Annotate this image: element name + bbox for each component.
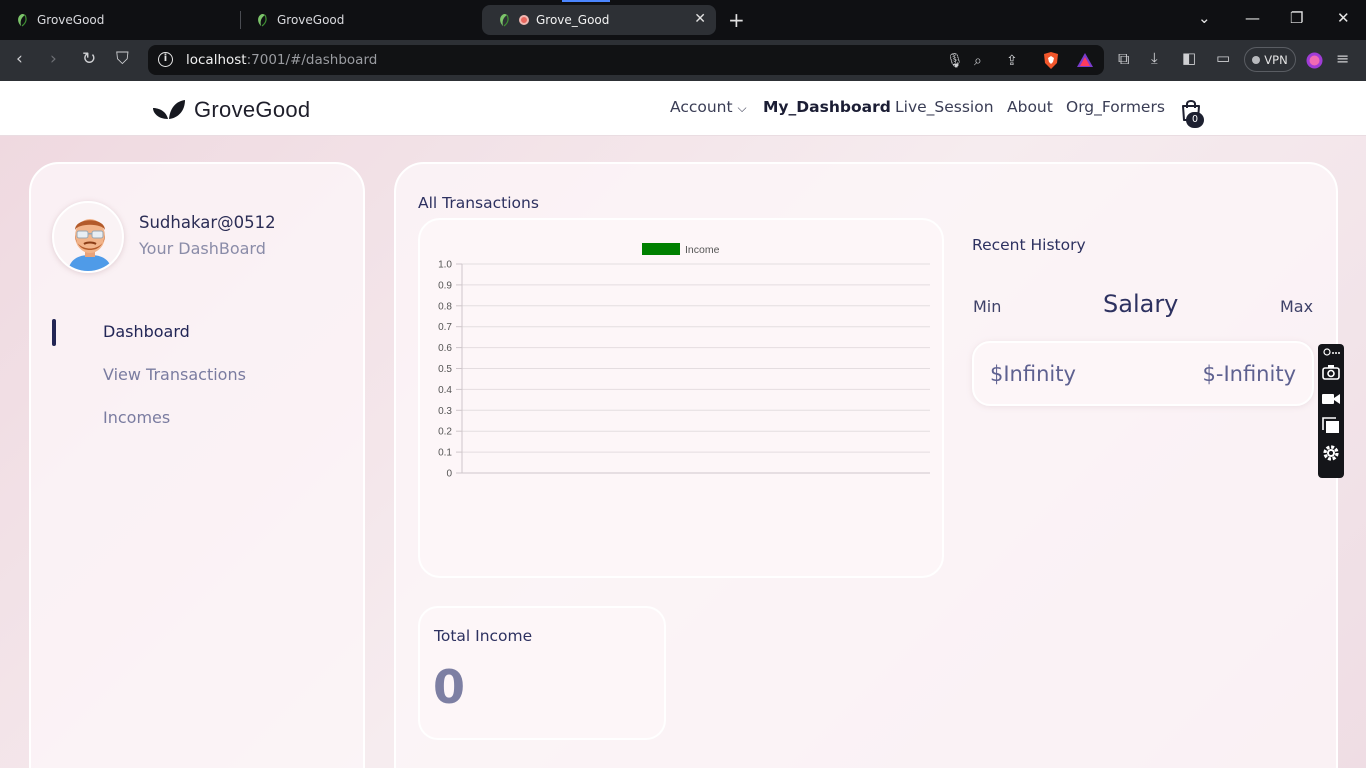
chart-y-tick-label: 0.1	[438, 448, 452, 459]
tab-search-chevron-icon[interactable]: ⌄	[1198, 9, 1211, 27]
nav-account[interactable]: Account ⌵	[670, 98, 747, 116]
camera-icon[interactable]	[1321, 362, 1341, 382]
reload-button[interactable]: ↻	[82, 49, 96, 69]
chart-y-tick-label: 0.5	[438, 364, 452, 375]
close-tab-icon[interactable]: ✕	[694, 11, 706, 27]
chart-y-tick-label: 1.0	[438, 260, 452, 271]
nav-my-dashboard[interactable]: My_Dashboard	[763, 98, 891, 116]
active-menu-indicator	[52, 319, 56, 346]
settings-gear-icon[interactable]	[1321, 443, 1341, 463]
dashboard-subtitle: Your DashBoard	[139, 239, 266, 258]
vpn-status-icon	[1252, 55, 1261, 64]
wallet-icon[interactable]: ▭	[1216, 49, 1230, 67]
new-tab-button[interactable]: +	[728, 8, 745, 32]
chart-y-tick-label: 0.8	[438, 301, 452, 312]
brave-shields-icon[interactable]	[1042, 51, 1060, 70]
salary-range-card: $Infinity $-Infinity	[972, 341, 1314, 406]
nav-org-formers[interactable]: Org_Formers	[1066, 98, 1165, 116]
browser-toolbar: ‹ › ↻ ⛉ i localhost:7001/#/dashboard 🎙 ⌕…	[0, 40, 1366, 81]
forward-button[interactable]: ›	[50, 49, 57, 69]
close-window-button[interactable]: ✕	[1337, 9, 1350, 27]
chart-y-tick-label: 0.7	[438, 322, 452, 333]
legend-label-income[interactable]: Income	[685, 244, 720, 256]
address-bar[interactable]: i localhost:7001/#/dashboard 🎙 ⌕ ⇪	[148, 45, 1104, 75]
sidebar-item-dashboard[interactable]: Dashboard	[103, 322, 190, 341]
brave-rewards-icon[interactable]	[1076, 52, 1094, 68]
transactions-chart: Income 1.0 0.9 0.8 0.7 0.6 0.5 0.4 0.3 0.2 0.1 0	[438, 243, 930, 480]
legend-swatch-income[interactable]	[642, 243, 680, 255]
downloads-icon[interactable]: ⤓	[1151, 49, 1158, 67]
nav-account-label: Account	[670, 98, 733, 116]
sidebar-toggle-icon[interactable]: ◧	[1182, 49, 1196, 67]
restore-window-button[interactable]: ❐	[1290, 9, 1303, 27]
avatar[interactable]	[52, 201, 124, 273]
back-button[interactable]: ‹	[16, 49, 23, 69]
leo-ai-icon[interactable]	[1306, 52, 1323, 69]
section-title: All Transactions	[418, 194, 539, 212]
browser-tab-strip: GroveGood GroveGood Grove_Good ✕ + ⌄ — ❐…	[0, 0, 1366, 40]
vpn-button[interactable]: VPN	[1244, 47, 1296, 72]
video-camera-icon[interactable]	[1321, 389, 1341, 409]
leaf-logo-icon	[153, 100, 185, 119]
max-label: Max	[1280, 297, 1314, 316]
brand-name: GroveGood	[194, 97, 311, 122]
total-income-value: 0	[433, 660, 466, 714]
recent-history-title: Recent History	[972, 236, 1086, 254]
site-info-icon[interactable]: i	[158, 52, 173, 67]
min-label: Min	[973, 297, 1002, 316]
salary-label: Salary	[1103, 290, 1179, 318]
tab-title: GroveGood	[37, 13, 105, 27]
extensions-icon[interactable]: ⧉	[1118, 49, 1129, 69]
url-text[interactable]: localhost:7001/#/dashboard	[186, 52, 377, 68]
chart-y-tick-label: 0.6	[438, 343, 452, 354]
tab-grovegood-1[interactable]: GroveGood	[0, 5, 240, 35]
sidebar-item-view-transactions[interactable]: View Transactions	[103, 365, 246, 384]
site-header: GroveGood Account ⌵ My_Dashboard Live_Se…	[0, 81, 1366, 136]
chevron-down-icon: ⌵	[737, 101, 747, 115]
menu-icon[interactable]: ≡	[1336, 49, 1349, 68]
chart-y-tick-label: 0.4	[438, 385, 452, 396]
vpn-label: VPN	[1264, 52, 1288, 67]
chart-y-tick-label: 0	[446, 469, 452, 480]
tab-loading-indicator	[562, 0, 610, 2]
url-path: :7001/#/dashboard	[246, 52, 378, 68]
minimize-window-button[interactable]: —	[1245, 9, 1260, 27]
recorder-menu-icon[interactable]	[1321, 346, 1341, 358]
zoom-icon[interactable]: ⌕	[974, 53, 982, 69]
screen-recorder-widget	[1318, 344, 1344, 478]
min-salary-value: $Infinity	[990, 362, 1076, 386]
tab-grovegood-2[interactable]: GroveGood	[240, 5, 480, 35]
recording-dot-icon	[519, 15, 529, 25]
tab-title: Grove_Good	[536, 13, 610, 27]
nav-about[interactable]: About	[1007, 98, 1053, 116]
url-host: localhost	[186, 52, 247, 68]
chart-y-tick-label: 0.9	[438, 280, 452, 291]
transactions-chart-card: Income 1.0 0.9 0.8 0.7 0.6 0.5 0.4 0.3 0.2 0.1 0	[418, 218, 944, 578]
window-capture-icon[interactable]	[1321, 416, 1341, 436]
share-icon[interactable]: ⇪	[1006, 53, 1018, 69]
grovegood-favicon	[258, 14, 267, 27]
grovegood-favicon	[18, 14, 27, 27]
tab-grove-good-active[interactable]: Grove_Good ✕	[482, 5, 716, 35]
chart-y-tick-label: 0.2	[438, 427, 452, 438]
username: Sudhakar@0512	[139, 213, 276, 232]
nav-live-session[interactable]: Live_Session	[895, 98, 994, 116]
sidebar-item-incomes[interactable]: Incomes	[103, 408, 170, 427]
cart-count-badge: 0	[1186, 112, 1204, 128]
grovegood-favicon	[500, 14, 509, 27]
brand-logo[interactable]: GroveGood	[152, 97, 310, 123]
total-income-card: Total Income 0	[418, 606, 666, 740]
max-salary-value: $-Infinity	[1202, 362, 1296, 386]
chart-y-tick-label: 0.3	[438, 406, 452, 417]
microphone-icon[interactable]: 🎙	[946, 53, 964, 69]
bookmark-icon[interactable]: ⛉	[116, 49, 129, 69]
tab-title: GroveGood	[277, 13, 345, 27]
total-income-label: Total Income	[434, 627, 533, 645]
